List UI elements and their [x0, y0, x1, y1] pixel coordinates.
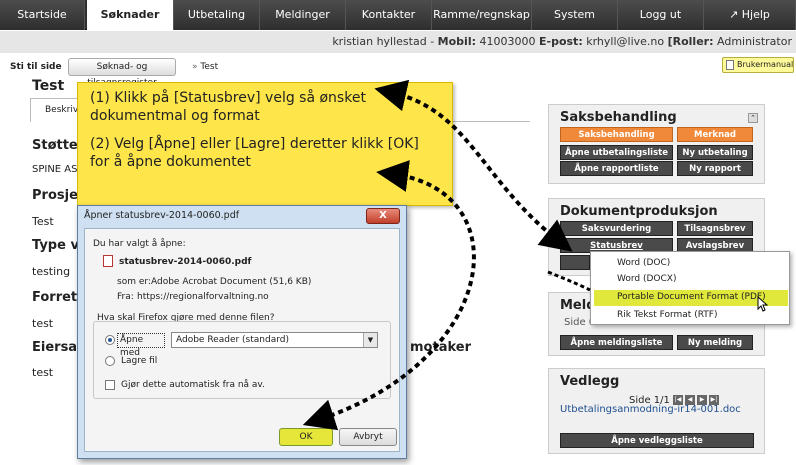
annotation-arrows: [302, 79, 591, 431]
arrow-to-menu: [547, 270, 591, 292]
arrow-to-statusbrev: [374, 79, 573, 252]
arrow-to-ok-button: [302, 160, 476, 431]
